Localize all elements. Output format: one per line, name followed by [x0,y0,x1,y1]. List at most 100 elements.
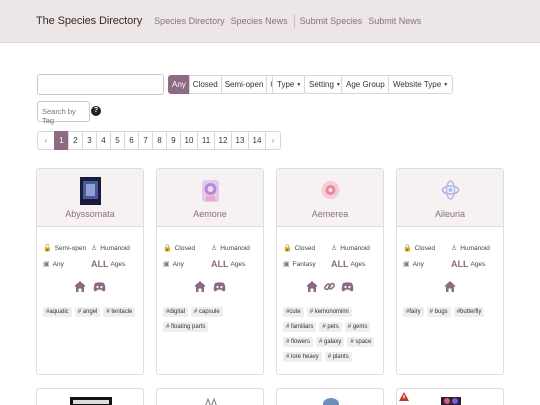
pagination-page-8[interactable]: 8 [152,131,167,150]
pagination-page-1[interactable]: 1 [54,131,69,150]
pagination-page-7[interactable]: 7 [138,131,153,150]
brand-link[interactable]: The Species Directory [36,15,142,27]
ages-label: Ages [350,260,366,268]
pagination-page-6[interactable]: 6 [124,131,139,150]
pagination-page-2[interactable]: 2 [68,131,83,150]
tag[interactable]: #butterfly [453,307,485,317]
pagination-page-4[interactable]: 4 [96,131,111,150]
species-thumbnail[interactable] [321,397,341,405]
species-name[interactable]: Aemone [157,209,263,219]
ages-label: Ages [230,260,246,268]
tag[interactable]: #digital [163,307,189,317]
website-type-dropdown[interactable]: Website Type ▼ [388,75,454,94]
type-value: Humanoid [220,244,250,252]
link-icon[interactable] [324,281,335,292]
species-name[interactable]: Aemerea [277,209,383,219]
tag[interactable]: # flowers [283,337,314,347]
setting-dropdown[interactable]: Setting ▼ [304,75,346,94]
person-icon: ♙ [451,245,458,252]
pagination-page-10[interactable]: 10 [180,131,198,150]
nav-link-submit-news[interactable]: Submit News [368,16,421,26]
species-thumbnail[interactable] [70,397,112,405]
card-header: Aemerea [277,169,383,227]
species-card[interactable]: Aemone 🔒 Closed ♙ Humanoid ▣ Any ALL Ages #d… [156,168,264,375]
setting-dropdown-label: Setting [309,80,334,89]
pagination-page-5[interactable]: 5 [110,131,125,150]
nav-link-species-directory[interactable]: Species Directory [154,16,225,26]
type-dropdown[interactable]: Type ▼ [272,75,307,94]
tag[interactable]: #aquatic [43,307,72,317]
ages-label: Ages [110,260,126,268]
home-icon[interactable] [444,281,456,292]
person-icon: ♙ [331,245,338,252]
pagination-page-11[interactable]: 11 [197,131,215,150]
tag[interactable]: # bugs [426,307,451,317]
person-icon: ♙ [91,245,98,252]
species-card[interactable] [36,388,144,405]
discord-icon[interactable] [341,282,354,292]
website-type-dropdown-label: Website Type [393,80,442,89]
species-info: 🔒 Closed ♙ Humanoid ▣ Any ALL Ages [163,240,259,272]
species-thumbnail[interactable] [440,177,461,205]
discord-icon[interactable] [93,282,106,292]
status-semi-open-button[interactable]: Semi-open [220,75,268,94]
nav-link-submit-species[interactable]: Submit Species [300,16,363,26]
tag[interactable]: # plants [324,352,352,362]
home-icon[interactable] [305,281,318,292]
setting-value: Any [412,260,424,268]
pagination-page-3[interactable]: 3 [82,131,97,150]
card-header: Aemone [157,169,263,227]
nav-link-species-news[interactable]: Species News [231,16,288,26]
species-thumbnail[interactable] [80,177,101,205]
species-card[interactable] [156,388,264,405]
setting-value: Fantasy [292,260,316,268]
home-icon[interactable] [74,281,87,292]
search-input[interactable] [37,74,164,95]
tag[interactable]: # kemonomimi [306,307,352,317]
pagination-page-12[interactable]: 12 [214,131,232,150]
tag[interactable]: # space [347,337,375,347]
species-card[interactable] [276,388,384,405]
pagination-next-button[interactable]: › [265,131,281,150]
tag[interactable]: # capsule [191,307,223,317]
species-thumbnail[interactable] [439,395,463,405]
species-thumbnail[interactable] [200,177,221,205]
status-closed-button[interactable]: Closed [188,75,222,94]
species-name[interactable]: Abyssomata [37,209,143,219]
tag-search-input[interactable]: Search by Tag [37,101,90,125]
species-thumbnail[interactable] [320,177,341,205]
species-card[interactable]: Aemerea 🔒 Closed ♙ Humanoid ▣ Fantasy ALL Ag… [276,168,384,375]
pagination-page-13[interactable]: 13 [231,131,249,150]
tag[interactable]: # gems [344,322,371,332]
tag[interactable]: # floating parts [163,322,209,332]
home-icon[interactable] [194,281,207,292]
species-card[interactable]: Aileuria 🔒 Closed ♙ Humanoid ▣ Any ALL Ages … [396,168,504,375]
tag[interactable]: # tentacle [103,307,136,317]
tag[interactable]: #fairy [403,307,424,317]
tag-list: #aquatic # angel # tentacle [43,307,139,322]
pagination-page-9[interactable]: 9 [166,131,181,150]
species-thumbnail[interactable] [203,397,219,405]
setting-icon: ▣ [283,261,290,268]
setting-icon: ▣ [163,261,170,268]
tag[interactable]: # familiars [283,322,317,332]
ages-label: Ages [470,260,486,268]
tag[interactable]: # angel [74,307,101,317]
help-icon[interactable]: ? [91,106,101,116]
setting-icon: ▣ [43,261,50,268]
tag[interactable]: # pets [319,322,342,332]
discord-icon[interactable] [213,282,226,292]
lock-icon: 🔒 [163,245,172,252]
tag[interactable]: #cute [283,307,304,317]
species-card[interactable] [396,388,504,405]
species-card[interactable]: Abyssomata 🔓 Semi-open ♙ Humanoid ▣ Any ALL… [36,168,144,375]
pagination-page-14[interactable]: 14 [248,131,266,150]
species-links [277,281,383,294]
status-any-button[interactable]: Any [168,75,190,94]
lock-icon: 🔒 [283,245,292,252]
pagination-prev-button[interactable]: ‹ [37,131,55,150]
tag[interactable]: # lore heavy [283,352,322,362]
species-name[interactable]: Aileuria [397,209,503,219]
chevron-down-icon: ▼ [296,82,302,88]
tag[interactable]: # galaxy [316,337,345,347]
